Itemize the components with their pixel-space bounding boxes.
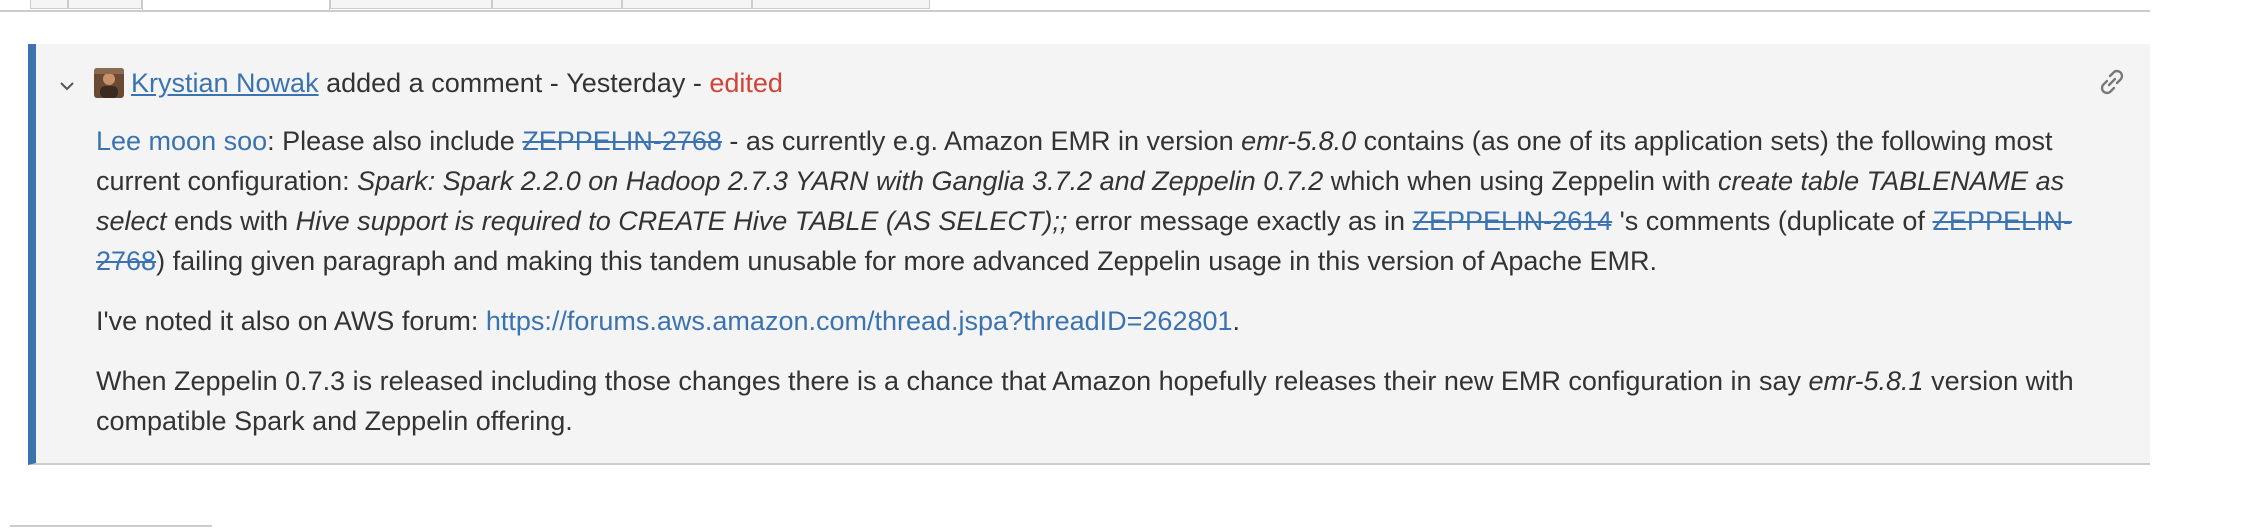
- forum-url-link[interactable]: https://forums.aws.amazon.com/thread.jsp…: [486, 306, 1233, 336]
- edited-label: edited: [709, 68, 783, 98]
- comment-paragraph: When Zeppelin 0.7.3 is released includin…: [96, 366, 2074, 436]
- comment-body: Lee moon soo: Please also include ZEPPEL…: [96, 121, 2136, 461]
- tab[interactable]: [330, 0, 492, 9]
- issue-link[interactable]: ZEPPELIN-2768: [522, 126, 722, 156]
- tab[interactable]: [68, 0, 142, 9]
- tab[interactable]: [752, 0, 930, 9]
- comment-paragraph: I've noted it also on AWS forum: https:/…: [96, 306, 1241, 336]
- comment-action: added a comment: [326, 68, 543, 98]
- link-icon[interactable]: [2094, 64, 2130, 100]
- tab[interactable]: [492, 0, 622, 9]
- tab[interactable]: [30, 0, 68, 9]
- issue-tabs: [0, 0, 2150, 12]
- tab-underline: [0, 10, 2150, 12]
- avatar[interactable]: [94, 68, 124, 98]
- comment-paragraph: Lee moon soo: Please also include ZEPPEL…: [96, 126, 2072, 276]
- issue-link[interactable]: ZEPPELIN-2614: [1413, 206, 1613, 236]
- tab[interactable]: [622, 0, 752, 9]
- comment-block: Krystian Nowak added a comment - Yesterd…: [28, 44, 2150, 465]
- comment-header: Krystian Nowak added a comment - Yesterd…: [56, 63, 783, 103]
- user-mention-link[interactable]: Lee moon soo: [96, 126, 267, 156]
- comment-date[interactable]: Yesterday: [566, 63, 685, 103]
- comment-author-link[interactable]: Krystian Nowak: [131, 63, 319, 103]
- chevron-down-icon[interactable]: [56, 75, 78, 97]
